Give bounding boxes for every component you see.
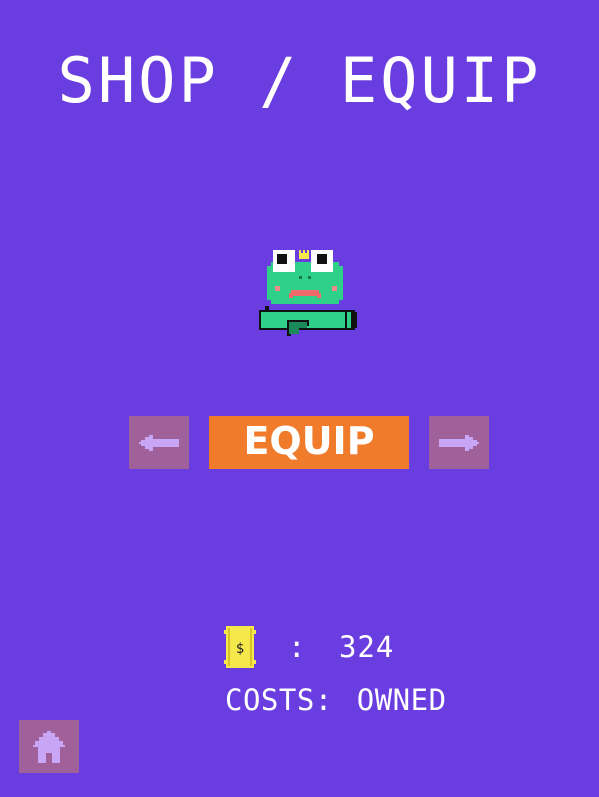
home-button[interactable]	[19, 720, 79, 773]
page-title: SHOP / EQUIP	[57, 44, 542, 117]
bazooka-icon	[259, 306, 357, 336]
svg-text:$: $	[236, 641, 244, 657]
frog-character-icon	[259, 250, 357, 336]
cost-label: COSTS:	[225, 683, 333, 717]
cost-display: COSTS: OWNED	[225, 683, 447, 717]
prev-item-button[interactable]	[129, 416, 189, 469]
arrow-right-icon	[439, 434, 479, 451]
home-icon	[33, 730, 65, 763]
ticket-icon: $	[224, 626, 256, 668]
character-preview	[259, 250, 359, 340]
currency-amount: : 324	[288, 630, 394, 664]
cost-value: OWNED	[356, 683, 447, 717]
currency-value: 324	[338, 630, 395, 664]
currency-separator: :	[288, 630, 307, 664]
next-item-button[interactable]	[429, 416, 489, 469]
arrow-left-icon	[139, 434, 179, 451]
equip-button[interactable]: EQUIP	[209, 416, 409, 469]
currency-display: $ : 324	[224, 626, 394, 668]
